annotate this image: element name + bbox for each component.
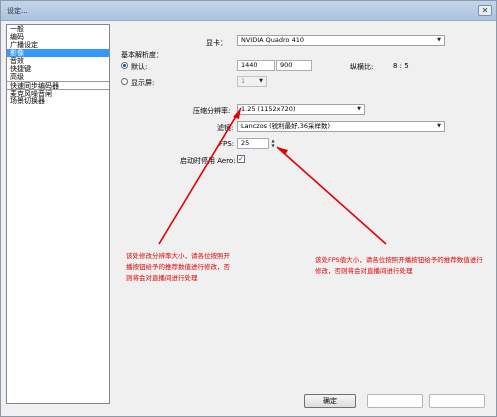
apply-button[interactable] xyxy=(429,394,485,408)
annotation-arrowhead-left xyxy=(233,108,241,119)
annotation-arrowhead-right xyxy=(277,147,288,155)
annotation-arrow-right xyxy=(276,146,387,245)
annotation-note-fps: 该处FPS值大小，请各位按照开播按钮给予的推荐数值进行修改，否则将会对直播间进行… xyxy=(315,256,483,275)
cancel-button[interactable] xyxy=(367,394,423,408)
annotation-note-resolution: 该处修改分辨率大小，请各位按照开播按钮给予的推荐数值进行修改，否则将会对直播间进… xyxy=(126,252,230,282)
annotation-arrows xyxy=(158,107,387,245)
ok-button[interactable]: 确定 xyxy=(304,394,356,408)
annotation-arrow-left xyxy=(158,107,242,245)
settings-window: 设定... ✕ 一般 编码 广播设定 影像 音效 快捷键 高级 快速同步编码器 … xyxy=(0,0,497,417)
